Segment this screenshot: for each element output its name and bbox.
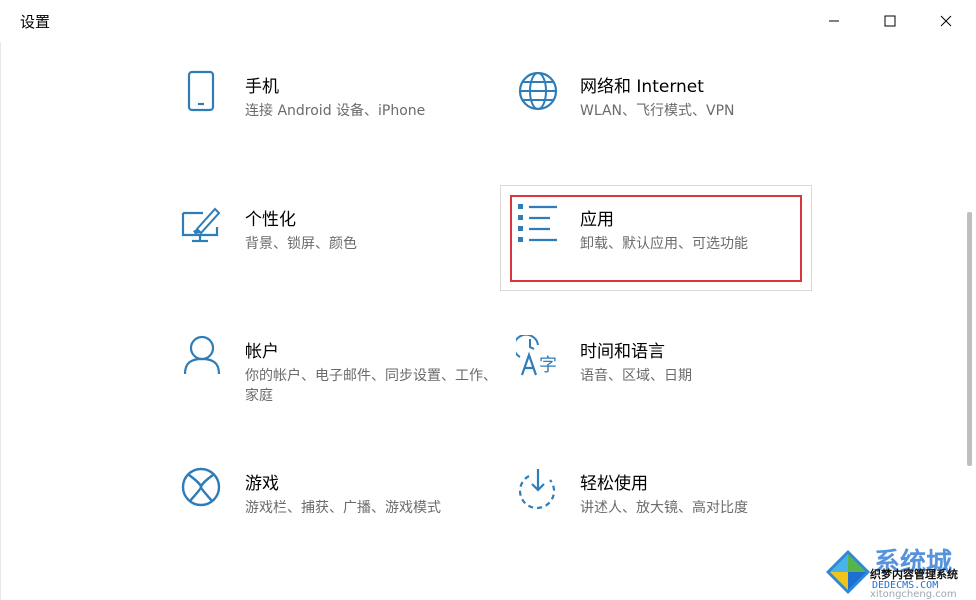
tile-apps[interactable]: 应用 卸载、默认应用、可选功能: [516, 203, 846, 313]
tile-description: 游戏栏、捕获、广播、游戏模式: [245, 500, 441, 516]
minimize-icon: [829, 20, 839, 22]
tile-ease-of-access[interactable]: 轻松使用 讲述人、放大镜、高对比度: [516, 467, 846, 577]
minimize-button[interactable]: [806, 0, 862, 42]
tile-title: 手机: [245, 77, 279, 97]
tile-title: 轻松使用: [580, 474, 648, 494]
scrollbar-thumb[interactable]: [967, 212, 972, 466]
time-language-icon: 字: [516, 335, 557, 376]
ease-of-access-icon: [519, 469, 556, 510]
tile-phone[interactable]: 手机 连接 Android 设备、iPhone: [181, 70, 511, 180]
tile-network[interactable]: 网络和 Internet WLAN、飞行模式、VPN: [516, 70, 846, 180]
tile-title: 个性化: [245, 210, 296, 230]
window-title: 设置: [20, 13, 51, 31]
tile-title: 游戏: [245, 474, 279, 494]
tile-personalization[interactable]: 个性化 背景、锁屏、颜色: [181, 203, 511, 313]
tile-description: 你的帐户、电子邮件、同步设置、工作、家庭: [245, 368, 497, 404]
tile-description: 背景、锁屏、颜色: [245, 236, 357, 252]
xbox-icon: [181, 467, 221, 507]
tile-description: 语音、区域、日期: [580, 368, 692, 384]
tile-description: 讲述人、放大镜、高对比度: [580, 500, 748, 516]
watermark: 系统城 织梦内容管理系统 DEDECMS.COM xitongcheng.com: [822, 542, 976, 600]
tile-title: 网络和 Internet: [580, 77, 704, 97]
tile-accounts[interactable]: 帐户 你的帐户、电子邮件、同步设置、工作、家庭: [181, 335, 511, 445]
watermark-url-2: xitongcheng.com: [870, 589, 957, 600]
person-icon: [183, 335, 221, 375]
title-bar: 设置: [0, 0, 976, 42]
svg-text:字: 字: [539, 355, 557, 376]
tile-title: 应用: [580, 210, 614, 230]
tile-description: 连接 Android 设备、iPhone: [245, 103, 426, 119]
close-button[interactable]: [918, 0, 974, 42]
tile-description: WLAN、飞行模式、VPN: [580, 103, 735, 119]
close-icon: [940, 15, 952, 27]
tile-time-language[interactable]: 字 时间和语言 语音、区域、日期: [516, 335, 846, 445]
apps-list-icon: [518, 204, 557, 242]
tile-title: 时间和语言: [580, 342, 665, 362]
maximize-button[interactable]: [862, 0, 918, 42]
phone-icon: [187, 70, 215, 112]
watermark-logo-icon: [826, 550, 870, 594]
tile-title: 帐户: [245, 342, 279, 362]
globe-icon: [518, 71, 558, 111]
maximize-icon: [884, 15, 896, 27]
tile-description: 卸载、默认应用、可选功能: [580, 236, 748, 252]
window-edge: [0, 42, 1, 600]
tile-gaming[interactable]: 游戏 游戏栏、捕获、广播、游戏模式: [181, 467, 511, 577]
personalization-icon: [181, 207, 221, 243]
